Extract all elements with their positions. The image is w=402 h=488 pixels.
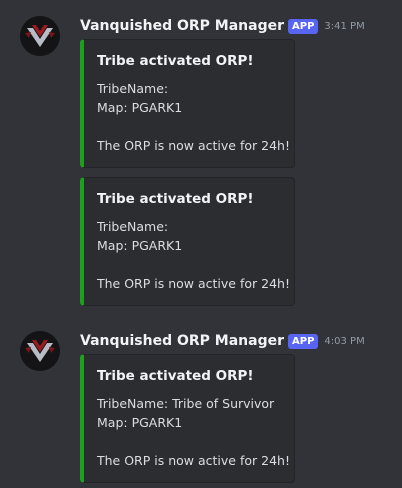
app-badge: APP [288,333,319,349]
embed-blank-line [97,432,282,451]
timestamp[interactable]: 3:41 PM [324,21,364,32]
message-header: Vanquished ORP Manager APP 3:41 PM [80,15,365,37]
username[interactable]: Vanquished ORP Manager [80,333,284,349]
embed-title: Tribe activated ORP! [97,191,254,207]
embed-blank-line [97,117,282,136]
embed-status: The ORP is now active for 24h! [97,138,290,153]
username[interactable]: Vanquished ORP Manager [80,18,284,34]
embed-map: Map: PGARK1 [97,100,183,115]
bot-avatar[interactable] [20,16,60,56]
embed-tribe-name: TribeName: [97,219,169,234]
vanquished-logo-icon [20,16,60,56]
embed-blank-line [97,255,282,274]
embed-title: Tribe activated ORP! [97,53,254,69]
app-badge: APP [288,18,319,34]
bot-avatar[interactable] [20,331,60,371]
embed-map: Map: PGARK1 [97,415,183,430]
embed-card: Tribe activated ORP! TribeName: Map: PGA… [80,177,295,306]
message-header: Vanquished ORP Manager APP 4:03 PM [80,330,365,352]
embed-card: Tribe activated ORP! TribeName: Map: PGA… [80,39,295,168]
embed-title: Tribe activated ORP! [97,368,254,384]
embed-tribe-name: TribeName: Tribe of Survivor [97,396,275,411]
timestamp[interactable]: 4:03 PM [324,336,364,347]
embed-tribe-name: TribeName: [97,81,169,96]
embed-status: The ORP is now active for 24h! [97,453,290,468]
embed-map: Map: PGARK1 [97,238,183,253]
vanquished-logo-icon [20,331,60,371]
embed-status: The ORP is now active for 24h! [97,276,290,291]
embed-card: Tribe activated ORP! TribeName: Tribe of… [80,354,295,483]
